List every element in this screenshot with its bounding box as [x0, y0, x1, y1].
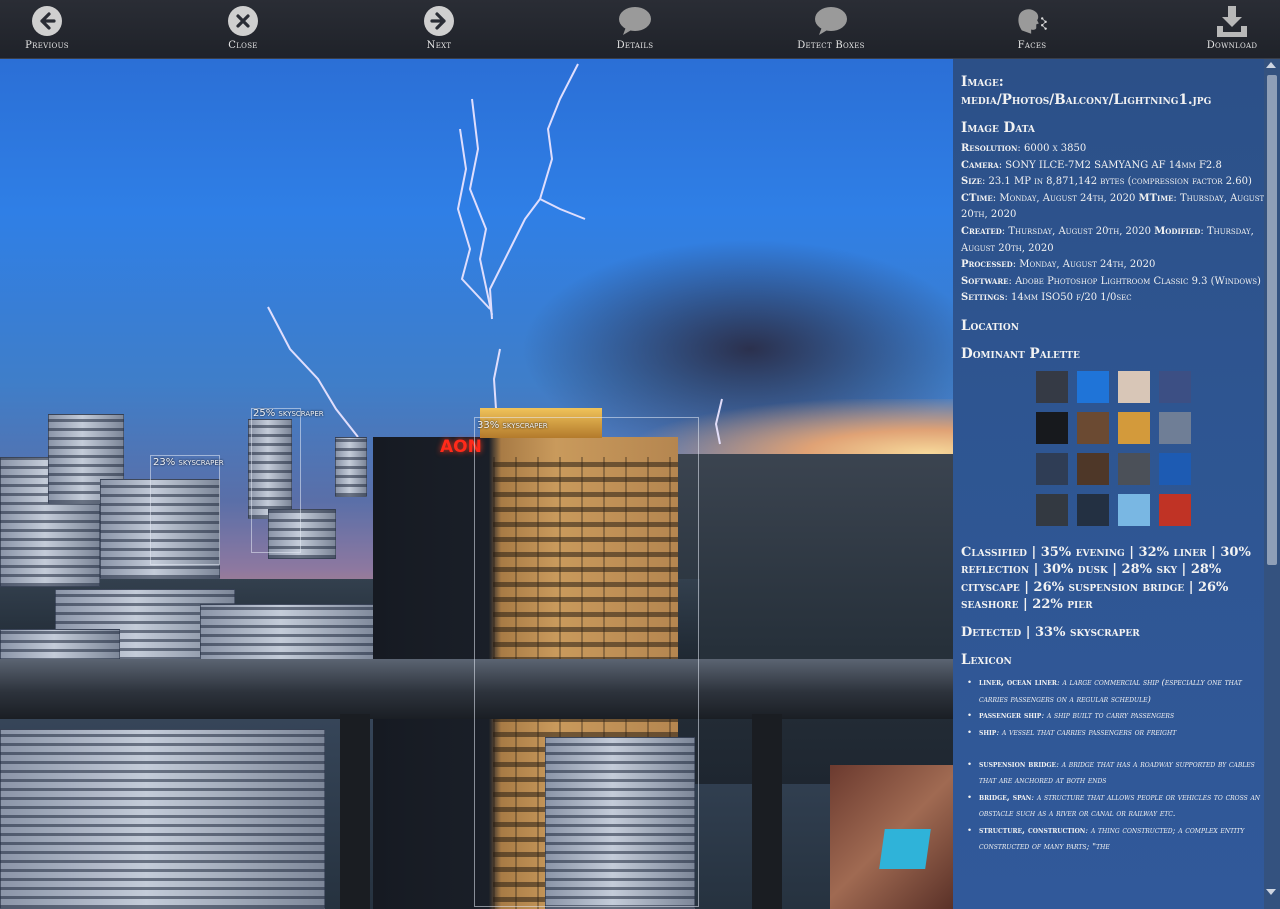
lexicon-list: liner, ocean liner: a large commercial s… — [961, 675, 1265, 855]
palette-swatch — [1159, 452, 1191, 485]
palette-swatch — [1036, 493, 1068, 526]
close-label: Close — [228, 40, 258, 51]
faces-button[interactable]: Faces — [977, 4, 1087, 56]
next-button[interactable]: Next — [384, 4, 494, 56]
lexicon-item: bridge, span: a structure that allows pe… — [967, 790, 1265, 823]
scroll-thumb[interactable] — [1267, 75, 1277, 565]
swimming-pool — [879, 829, 931, 869]
detection-box[interactable] — [150, 455, 220, 565]
lexicon-item: passenger ship: a ship built to carry pa… — [967, 708, 1265, 725]
details-panel: Image: media/Photos/Balcony/Lightning1.j… — [953, 59, 1280, 909]
lexicon-item: structure, construction: a thing constru… — [967, 823, 1265, 856]
location-heading[interactable]: Location — [961, 317, 1265, 335]
previous-label: Previous — [25, 40, 69, 51]
classified-section: Classified | 35% evening | 32% liner | 3… — [961, 544, 1251, 613]
palette-swatch — [1118, 411, 1150, 444]
palette-swatch — [1159, 370, 1191, 403]
download-label: Download — [1206, 40, 1258, 51]
detect-boxes-label: Detect Boxes — [797, 40, 865, 51]
building — [335, 437, 367, 497]
palette-swatch — [1036, 370, 1068, 403]
arrow-right-icon — [422, 4, 456, 38]
palette-swatch — [1077, 370, 1109, 403]
palette-swatch — [1036, 452, 1068, 485]
lexicon-item: ship: a vessel that carries passengers o… — [967, 725, 1265, 742]
detected-heading: Detected — [961, 624, 1022, 640]
image-path: media/Photos/Balcony/Lightning1.jpg — [961, 92, 1212, 108]
speech-bubble-icon — [814, 4, 848, 38]
previous-button[interactable]: Previous — [0, 4, 102, 56]
download-button[interactable]: Download — [1177, 4, 1280, 56]
detected-section: Detected | 33% skyscraper — [961, 624, 1140, 640]
download-icon — [1215, 4, 1249, 38]
palette-swatch — [1118, 452, 1150, 485]
color-palette — [1036, 370, 1265, 526]
palette-swatch — [1118, 493, 1150, 526]
detection-label: 23% skyscraper — [153, 457, 224, 468]
image-data-heading: Image Data — [961, 120, 1035, 136]
faces-label: Faces — [1017, 40, 1047, 51]
palette-swatch — [1159, 411, 1191, 444]
scroll-down-arrow-icon[interactable] — [1266, 889, 1276, 895]
close-icon — [226, 4, 260, 38]
railing-post — [340, 714, 370, 909]
lexicon-item: liner, ocean liner: a large commercial s… — [967, 675, 1265, 708]
details-button[interactable]: Details — [580, 4, 690, 56]
palette-swatch — [1159, 493, 1191, 526]
palette-swatch — [1036, 411, 1068, 444]
image-metadata: Resolution: 6000 x 3850 Camera: SONY ILC… — [961, 143, 1265, 304]
toolbar: Previous Close Next Details Detect Boxes… — [0, 0, 1280, 59]
close-button[interactable]: Close — [188, 4, 298, 56]
detected-text: 33% skyscraper — [1035, 624, 1140, 640]
face-scan-icon — [1015, 4, 1049, 38]
palette-swatch — [1118, 370, 1150, 403]
detection-box[interactable] — [474, 417, 699, 907]
details-label: Details — [616, 40, 654, 51]
detect-boxes-button[interactable]: Detect Boxes — [776, 4, 886, 56]
palette-swatch — [1077, 411, 1109, 444]
photo-viewer[interactable]: AON 25% skyscraper 23% skyscraper 33% sk… — [0, 59, 953, 909]
detection-label: 33% skyscraper — [477, 420, 548, 431]
railing-post — [752, 714, 782, 909]
lexicon-heading: Lexicon — [961, 652, 1012, 669]
palette-swatch — [1077, 452, 1109, 485]
lexicon-item: suspension bridge: a bridge that has a r… — [967, 757, 1265, 790]
image-heading: Image: — [961, 74, 1004, 90]
classified-heading: Classified — [961, 544, 1027, 560]
next-label: Next — [426, 40, 452, 51]
detection-box[interactable] — [251, 408, 301, 553]
detection-label: 25% skyscraper — [253, 408, 324, 419]
palette-heading: Dominant Palette — [961, 345, 1080, 362]
palette-swatch — [1077, 493, 1109, 526]
foreground-building — [0, 729, 325, 909]
scroll-up-arrow-icon[interactable] — [1266, 62, 1276, 68]
arrow-left-icon — [30, 4, 64, 38]
speech-bubble-icon — [618, 4, 652, 38]
